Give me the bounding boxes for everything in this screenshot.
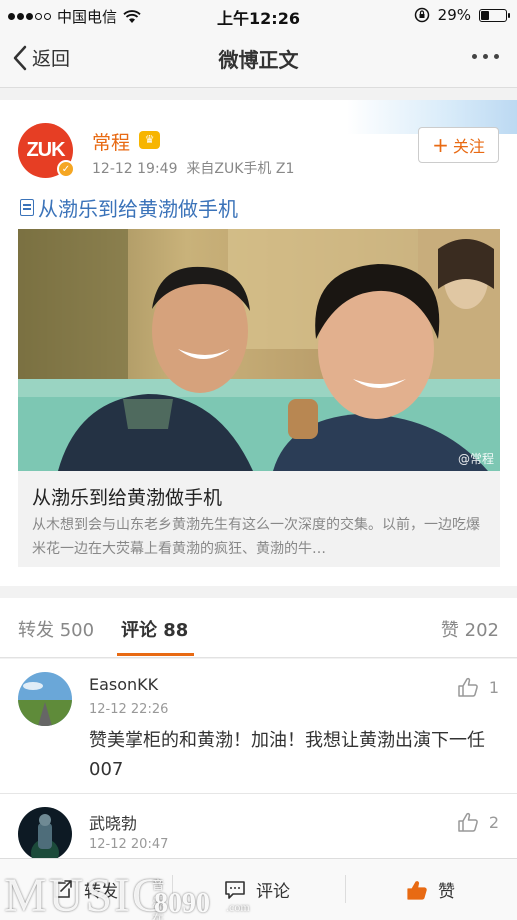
tab-likes[interactable]: 赞 202 (441, 616, 499, 642)
user-name[interactable]: 常程 (92, 128, 130, 155)
repost-icon (54, 879, 72, 898)
follow-button[interactable]: + 关注 (418, 127, 499, 163)
comment-time: 12-12 22:26 (89, 702, 169, 717)
plus-icon: + (432, 133, 449, 157)
comment-avatar[interactable] (18, 672, 72, 726)
post-timestamp: 12-12 19:49 (92, 161, 178, 177)
like-label: 赞 (438, 882, 455, 902)
nav-bar: 返回 微博正文 (0, 30, 517, 88)
vip-crown-icon[interactable]: ♛ (139, 131, 160, 149)
comment-time: 12-12 20:47 (89, 837, 169, 852)
article-title: 从渤乐到给黄渤做手机 (32, 487, 223, 509)
battery-icon (479, 8, 510, 22)
comment-avatar[interactable] (18, 807, 72, 861)
page-title: 微博正文 (218, 48, 299, 72)
verified-badge-icon: ✓ (57, 160, 75, 178)
thumbs-up-icon (407, 880, 427, 900)
repost-label: 转发 (84, 882, 118, 902)
post-source[interactable]: 来自ZUK手机 Z1 (186, 161, 294, 177)
toolbar-divider (172, 875, 173, 903)
document-icon (20, 199, 34, 216)
thumbs-up-icon (458, 812, 478, 832)
repost-button[interactable]: 转发 (52, 877, 118, 902)
post-article-link[interactable]: 从渤乐到给黄渤做手机 (20, 193, 238, 222)
post-meta: 12-12 19:49 来自ZUK手机 Z1 (92, 158, 294, 178)
comment-author[interactable]: 武晓勃 (89, 810, 137, 834)
photo-watermark: @常程 (457, 452, 494, 466)
status-bar: 中国电信 上午12:26 29% (0, 0, 517, 30)
article-card[interactable]: @常程 从渤乐到给黄渤做手机 从木想到会与山东老乡黄渤先生有这么一次深度的交集。… (18, 229, 500, 567)
divider (0, 793, 517, 794)
post-card: ZUK ✓ 常程 ♛ 12-12 19:49 来自ZUK手机 Z1 + 关注 从… (0, 100, 517, 586)
interaction-tabs: 转发 500 评论 88 赞 202 (0, 598, 517, 658)
orientation-lock-icon (414, 7, 429, 23)
comment-like-count: 1 (488, 677, 499, 697)
comment-list: EasonKK 12-12 22:26 赞美掌柜的和黄渤！加油！我想让黄渤出演下… (0, 659, 517, 861)
comment-like-button[interactable]: 1 (457, 677, 499, 697)
battery-percent: 29% (437, 6, 471, 24)
comment-author[interactable]: EasonKK (89, 675, 158, 694)
active-tab-indicator (117, 653, 194, 656)
tab-comments[interactable]: 评论 88 (121, 616, 188, 642)
more-options-icon[interactable] (472, 54, 499, 59)
tab-reposts[interactable]: 转发 500 (18, 616, 94, 642)
comment-label: 评论 (256, 882, 290, 902)
comment-button[interactable]: 评论 (224, 877, 290, 902)
post-link-text: 从渤乐到给黄渤做手机 (38, 197, 238, 221)
article-photo[interactable]: @常程 (18, 229, 500, 471)
bottom-toolbar: 转发 评论 赞 (0, 858, 517, 920)
like-button[interactable]: 赞 (406, 877, 455, 902)
comment-icon (225, 880, 245, 899)
comment-text: 赞美掌柜的和黄渤！加油！我想让黄渤出演下一任007 (89, 730, 485, 780)
comment-like-button[interactable]: 2 (457, 812, 499, 832)
follow-label: 关注 (452, 137, 485, 156)
article-description: 从木想到会与山东老乡黄渤先生有这么一次深度的交集。以前，一边吃爆米花一边在大荧幕… (32, 517, 480, 557)
thumbs-up-icon (458, 677, 478, 697)
toolbar-divider (345, 875, 346, 903)
comment-like-count: 2 (488, 812, 499, 832)
